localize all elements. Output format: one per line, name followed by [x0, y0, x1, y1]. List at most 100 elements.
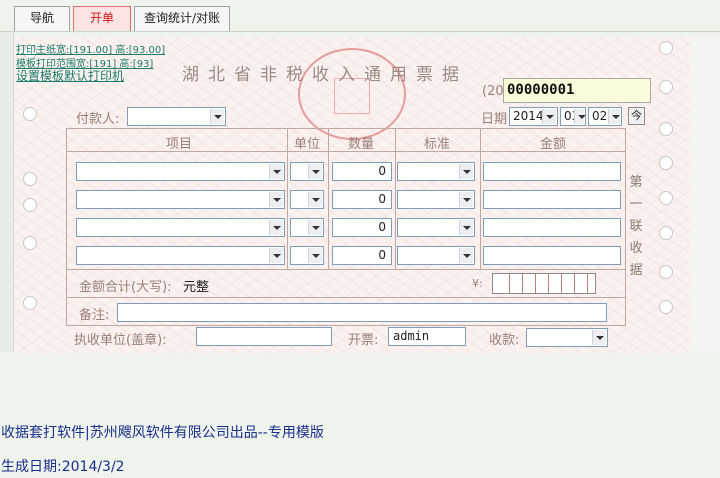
- digit-divider: [548, 274, 549, 293]
- collector-input[interactable]: [196, 327, 332, 346]
- col-header-unit: 单位: [294, 137, 321, 152]
- amount-input[interactable]: [483, 246, 621, 265]
- amount-input[interactable]: [483, 162, 621, 181]
- digit-divider: [535, 274, 536, 293]
- payer-select[interactable]: [127, 107, 226, 126]
- punch-hole-icon: [23, 296, 37, 310]
- chevron-down-icon: [608, 109, 620, 124]
- chevron-down-icon: [308, 248, 322, 263]
- table-left-border: [66, 128, 67, 325]
- form-margin: [690, 37, 720, 353]
- yen-symbol: ¥:: [472, 277, 483, 290]
- issuer-label: 开票:: [348, 333, 379, 348]
- tab-open-bill[interactable]: 开单: [73, 6, 131, 31]
- footer-product-line: 收据套打软件|苏州飕风软件有限公司出品--专用模版: [1, 425, 324, 441]
- punch-hole-icon: [23, 172, 37, 186]
- punch-hole-icon: [23, 107, 37, 121]
- unit-select[interactable]: [290, 246, 324, 265]
- paper-size-link[interactable]: 打印主纸宽:[191.00] 高:[93.00]: [16, 41, 165, 56]
- chevron-down-icon: [459, 220, 473, 235]
- amount-digit-boxes: [492, 273, 596, 294]
- table-top-border: [66, 128, 626, 129]
- month-select[interactable]: 03: [560, 107, 586, 126]
- today-button[interactable]: 今: [628, 107, 645, 125]
- chevron-down-icon: [592, 330, 606, 345]
- receipt-title: 湖北省非税收入通用票据: [182, 65, 468, 85]
- standard-select[interactable]: [397, 246, 475, 265]
- chevron-down-icon: [269, 192, 283, 207]
- chevron-down-icon: [574, 109, 585, 124]
- payee-label: 收款:: [489, 333, 520, 348]
- punch-hole-icon: [659, 191, 673, 205]
- item-select[interactable]: [76, 246, 285, 265]
- standard-select[interactable]: [397, 218, 475, 237]
- col-header-quantity: 数量: [348, 137, 375, 152]
- punch-hole-icon: [659, 41, 673, 55]
- standard-select[interactable]: [397, 162, 475, 181]
- digit-divider: [522, 274, 523, 293]
- quantity-input[interactable]: 0: [332, 162, 392, 181]
- quantity-input[interactable]: 0: [332, 218, 392, 237]
- chevron-down-icon: [542, 109, 556, 124]
- item-select[interactable]: [76, 190, 285, 209]
- table-body-border: [66, 269, 626, 270]
- punch-hole-icon: [659, 300, 673, 314]
- chevron-down-icon: [308, 192, 322, 207]
- table-total-border: [66, 297, 626, 298]
- digit-divider: [509, 274, 510, 293]
- punch-hole-icon: [659, 226, 673, 240]
- punch-hole-icon: [659, 156, 673, 170]
- chevron-down-icon: [459, 164, 473, 179]
- tab-bar: 导航 开单 查询统计/对账: [0, 0, 720, 32]
- digit-divider: [587, 274, 588, 293]
- quantity-input[interactable]: 0: [332, 190, 392, 209]
- chevron-down-icon: [210, 109, 224, 124]
- tab-query-stats[interactable]: 查询统计/对账: [134, 6, 230, 31]
- tab-navigation[interactable]: 导航: [14, 6, 70, 31]
- punch-hole-icon: [659, 122, 673, 136]
- total-label: 金额合计(大写):: [79, 280, 172, 295]
- date-label: 日期: [481, 112, 508, 127]
- chevron-down-icon: [459, 248, 473, 263]
- year-select[interactable]: 2014: [509, 107, 558, 126]
- payer-label: 付款人:: [76, 112, 120, 127]
- copy-label: 第一联收据: [629, 175, 643, 278]
- punch-hole-icon: [23, 198, 37, 212]
- left-frame: [0, 32, 14, 352]
- unit-select[interactable]: [290, 190, 324, 209]
- issuer-input[interactable]: admin: [388, 327, 466, 346]
- digit-divider: [561, 274, 562, 293]
- col-header-amount: 金额: [540, 137, 567, 152]
- amount-input[interactable]: [483, 218, 621, 237]
- amount-input[interactable]: [483, 190, 621, 209]
- day-value: 02: [592, 109, 608, 123]
- payee-select[interactable]: [526, 328, 608, 347]
- unit-select[interactable]: [290, 162, 324, 181]
- punch-hole-icon: [659, 265, 673, 279]
- unit-select[interactable]: [290, 218, 324, 237]
- table-col-divider: [287, 128, 288, 269]
- table-col-divider: [395, 128, 396, 269]
- chevron-down-icon: [308, 220, 322, 235]
- year-value: 2014: [513, 109, 544, 123]
- chevron-down-icon: [269, 164, 283, 179]
- remark-input[interactable]: [117, 303, 607, 322]
- remark-label: 备注:: [79, 308, 110, 323]
- chevron-down-icon: [459, 192, 473, 207]
- table-right-border: [625, 128, 626, 325]
- punch-hole-icon: [23, 236, 37, 250]
- footer-generated-date: 生成日期:2014/3/2: [1, 459, 125, 475]
- col-header-item: 项目: [166, 137, 193, 152]
- chevron-down-icon: [269, 220, 283, 235]
- set-printer-link[interactable]: 设置模板默认打印机: [16, 67, 124, 84]
- item-select[interactable]: [76, 162, 285, 181]
- day-select[interactable]: 02: [588, 107, 622, 126]
- receipt-number-field[interactable]: 00000001: [503, 78, 651, 103]
- quantity-input[interactable]: 0: [332, 246, 392, 265]
- chevron-down-icon: [308, 164, 322, 179]
- table-col-divider: [480, 128, 481, 269]
- punch-hole-icon: [659, 80, 673, 94]
- item-select[interactable]: [76, 218, 285, 237]
- col-header-standard: 标准: [424, 137, 451, 152]
- standard-select[interactable]: [397, 190, 475, 209]
